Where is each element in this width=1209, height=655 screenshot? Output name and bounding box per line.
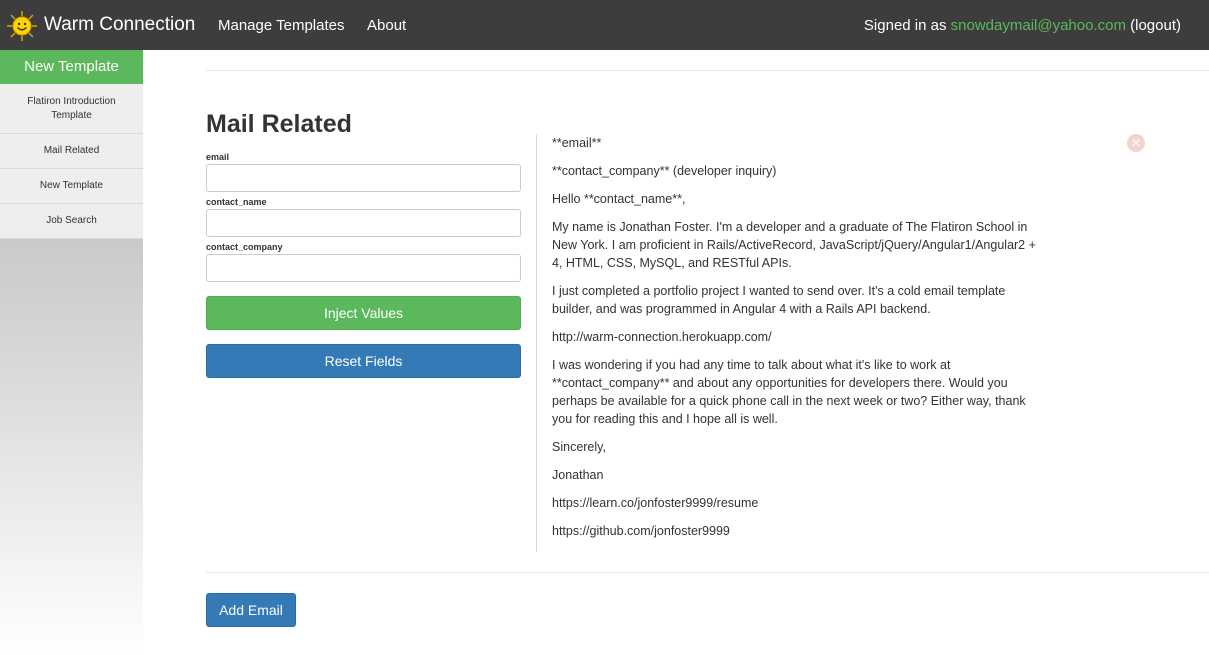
email-preview: **email** **contact_company** (developer…: [552, 134, 1042, 550]
smiley-sun-icon[interactable]: [6, 10, 38, 42]
brand-link[interactable]: Warm Connection: [44, 14, 195, 36]
email-paragraph: My name is Jonathan Foster. I'm a develo…: [552, 220, 1036, 270]
email-paragraph: I just completed a portfolio project I w…: [552, 284, 1006, 316]
contact-company-field-label: contact_company: [206, 242, 283, 252]
email-field-label: email: [206, 152, 230, 162]
template-title: Mail Related: [206, 110, 352, 138]
email-paragraph: http://warm-connection.herokuapp.com/: [552, 330, 772, 344]
sidebar-item-job-search[interactable]: Job Search: [0, 204, 143, 239]
top-navbar: Warm Connection Manage Templates About S…: [0, 0, 1209, 50]
close-circle-icon[interactable]: ✕: [1127, 134, 1145, 152]
logout-link[interactable]: (logout): [1130, 17, 1181, 34]
email-paragraph: **contact_company** (developer inquiry): [552, 164, 777, 178]
email-paragraph: Sincerely,: [552, 440, 606, 454]
email-paragraph: https://learn.co/jonfoster9999/resume: [552, 496, 759, 510]
email-paragraph: https://github.com/jonfoster9999: [552, 524, 730, 538]
vertical-divider: [536, 134, 537, 552]
contact-name-field[interactable]: [206, 209, 521, 237]
about-link[interactable]: About: [367, 17, 406, 34]
email-paragraph: Hello **contact_name**,: [552, 192, 686, 206]
template-sidebar: New Template Flatiron Introduction Templ…: [0, 50, 143, 655]
bottom-divider: [206, 572, 1209, 573]
manage-templates-link[interactable]: Manage Templates: [218, 17, 344, 34]
email-paragraph: Jonathan: [552, 468, 604, 482]
sidebar-item-new-template[interactable]: New Template: [0, 169, 143, 204]
email-paragraph: I was wondering if you had any time to t…: [552, 358, 1026, 426]
email-field[interactable]: [206, 164, 521, 192]
inject-values-button[interactable]: Inject Values: [206, 296, 521, 330]
email-paragraph: **email**: [552, 136, 602, 150]
signed-in-prefix: Signed in as: [863, 17, 947, 34]
reset-fields-button[interactable]: Reset Fields: [206, 344, 521, 378]
sidebar-item-flatiron-introduction[interactable]: Flatiron Introduction Template: [0, 84, 143, 134]
add-email-button[interactable]: Add Email: [206, 593, 296, 627]
contact-company-field[interactable]: [206, 254, 521, 282]
user-email[interactable]: snowdaymail@yahoo.com: [951, 17, 1126, 34]
sidebar-item-mail-related[interactable]: Mail Related: [0, 134, 143, 169]
new-template-button[interactable]: New Template: [0, 50, 143, 84]
top-divider: [206, 70, 1209, 71]
contact-name-field-label: contact_name: [206, 197, 267, 207]
signed-in-status: Signed in as snowdaymail@yahoo.com (logo…: [864, 17, 1181, 34]
